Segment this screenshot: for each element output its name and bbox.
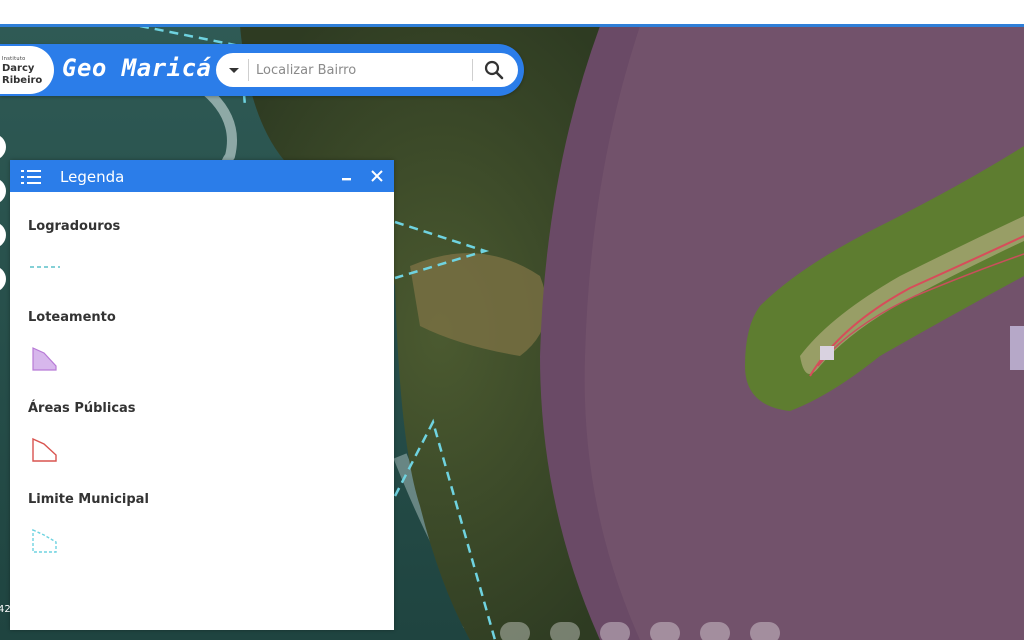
logo-line1: Instituto xyxy=(2,56,26,62)
list-icon xyxy=(21,170,41,184)
map-bottom-control[interactable] xyxy=(500,622,530,644)
search-input[interactable] xyxy=(256,59,466,81)
minimize-icon[interactable] xyxy=(340,169,354,183)
top-border xyxy=(0,24,1024,27)
map-bottom-control[interactable] xyxy=(600,622,630,644)
map-bottom-control[interactable] xyxy=(650,622,680,644)
logo-line3: Ribeiro xyxy=(2,75,43,86)
logo-line2: Darcy xyxy=(2,63,35,74)
map-bottom-control[interactable] xyxy=(550,622,580,644)
search-bar xyxy=(216,53,518,87)
filled-polygon-symbol-icon xyxy=(32,347,57,371)
legend-item-label: Limite Municipal xyxy=(28,492,149,507)
map-bottom-control[interactable] xyxy=(750,622,780,644)
magnifier-icon[interactable] xyxy=(484,60,504,80)
building xyxy=(820,346,834,360)
coordinate-readout: 42 xyxy=(0,604,11,615)
dashed-polygon-symbol-icon xyxy=(32,528,57,553)
dashed-line-symbol-icon xyxy=(30,266,60,268)
legend-item-label: Logradouros xyxy=(28,219,121,234)
app-title: Geo Maricá xyxy=(62,54,212,82)
app-header: Instituto Darcy Ribeiro Geo Maricá xyxy=(0,44,524,96)
legend-item-label: Loteamento xyxy=(28,310,116,325)
legend-panel: Legenda Logradouros Loteamento Áreas Púb… xyxy=(10,160,394,630)
legend-title: Legenda xyxy=(60,168,125,186)
legend-header: Legenda xyxy=(10,160,394,192)
close-icon[interactable] xyxy=(369,168,385,184)
map-bottom-control[interactable] xyxy=(700,622,730,644)
outline-polygon-symbol-icon xyxy=(32,437,57,462)
institute-logo: Instituto Darcy Ribeiro xyxy=(0,46,54,94)
caret-down-icon[interactable] xyxy=(224,61,244,79)
search-divider-2 xyxy=(472,59,473,81)
search-divider xyxy=(248,59,249,81)
legend-item-label: Áreas Públicas xyxy=(28,401,136,416)
